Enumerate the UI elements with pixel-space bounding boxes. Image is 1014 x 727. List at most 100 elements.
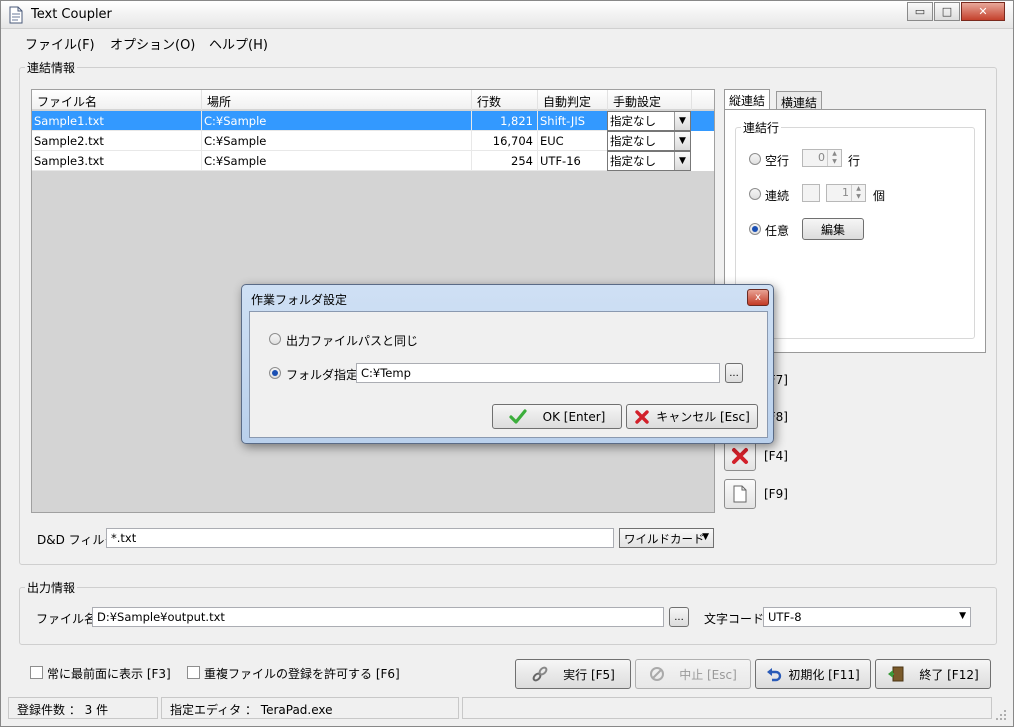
stop-sign-icon — [650, 667, 665, 681]
col-manual[interactable]: 手動設定 — [608, 90, 692, 110]
red-x-icon — [732, 448, 748, 464]
blank-line-spinner[interactable]: 0 ▲ ▼ — [802, 149, 842, 167]
dialog-body: 出力ファイルパスと同じ フォルダ指定 C:¥Temp ... OK [Enter… — [249, 311, 768, 438]
table-row[interactable]: Sample2.txt C:¥Sample 16,704 EUC 指定なし ▼ — [32, 131, 714, 151]
custom-label: 任意 — [765, 224, 790, 238]
cell-auto: EUC — [538, 131, 608, 151]
output-group-label: 出力情報 — [25, 579, 78, 596]
link-chain-icon — [532, 666, 548, 682]
window-title: Text Coupler — [31, 7, 112, 22]
document-icon — [733, 485, 747, 503]
resize-grip-icon[interactable] — [995, 709, 1007, 721]
filter-mode-value: ワイルドカード — [624, 532, 705, 546]
cell-location: C:¥Sample — [202, 131, 472, 151]
close-icon: ✕ — [978, 5, 988, 18]
stop-button[interactable]: 中止 [Esc] — [635, 659, 751, 689]
specify-folder-radio[interactable] — [269, 367, 281, 379]
topmost-checkbox[interactable] — [30, 666, 43, 679]
close-button[interactable]: ✕ — [961, 2, 1005, 21]
same-as-output-radio[interactable] — [269, 333, 281, 345]
continuous-value: 1 — [842, 186, 849, 199]
encoding-value: UTF-8 — [768, 610, 802, 624]
exit-label: 終了 [F12] — [919, 667, 979, 682]
cell-filename: Sample2.txt — [32, 131, 202, 151]
reset-button[interactable]: 初期化 [F11] — [755, 659, 871, 689]
new-document-button[interactable] — [724, 479, 756, 509]
table-row[interactable]: Sample3.txt C:¥Sample 254 UTF-16 指定なし ▼ — [32, 151, 714, 171]
cancel-button[interactable]: キャンセル [Esc] — [626, 404, 758, 429]
maximize-button[interactable]: □ — [934, 2, 960, 21]
same-as-output-label: 出力ファイルパスと同じ — [286, 334, 419, 348]
cell-lines: 16,704 — [472, 131, 538, 151]
col-auto[interactable]: 自動判定 — [538, 90, 608, 110]
col-location[interactable]: 場所 — [202, 90, 472, 110]
new-document-key: [F9] — [764, 487, 788, 501]
chevron-down-icon: ▼ — [702, 532, 709, 542]
manual-encoding-select[interactable]: 指定なし ▼ — [607, 111, 691, 131]
folder-path-input[interactable]: C:¥Temp — [356, 363, 720, 383]
app-document-icon — [9, 6, 23, 24]
cell-filename: Sample3.txt — [32, 151, 202, 171]
manual-encoding-select[interactable]: 指定なし ▼ — [607, 151, 691, 171]
cell-auto: Shift-JIS — [538, 111, 608, 131]
topmost-label: 常に最前面に表示 [F3] — [47, 667, 171, 681]
continuous-text-box[interactable] — [802, 184, 820, 202]
tab-vertical[interactable]: 縦連結 — [724, 89, 771, 111]
minimize-button[interactable]: ▭ — [907, 2, 933, 21]
output-file-input[interactable]: D:¥Sample¥output.txt — [92, 607, 664, 627]
continuous-spinner[interactable]: 1 ▲ ▼ — [826, 184, 866, 202]
edit-button[interactable]: 編集 — [802, 218, 864, 240]
menu-file[interactable]: ファイル(F) — [25, 34, 95, 53]
green-check-icon — [509, 408, 527, 424]
custom-radio[interactable] — [749, 223, 761, 235]
col-filename[interactable]: ファイル名 — [32, 90, 202, 110]
working-folder-dialog: 作業フォルダ設定 x 出力ファイルパスと同じ フォルダ指定 C:¥Temp ..… — [241, 284, 774, 444]
run-label: 実行 [F5] — [563, 667, 615, 682]
chevron-down-icon: ▼ — [959, 611, 966, 621]
manual-encoding-select[interactable]: 指定なし ▼ — [607, 131, 691, 151]
run-button[interactable]: 実行 [F5] — [515, 659, 631, 689]
cell-lines: 1,821 — [472, 111, 538, 131]
cell-lines: 254 — [472, 151, 538, 171]
continuous-radio[interactable] — [749, 188, 761, 200]
specify-folder-label: フォルダ指定 — [286, 368, 359, 382]
menu-help[interactable]: ヘルプ(H) — [209, 34, 268, 53]
manual-encoding-value: 指定なし — [610, 134, 656, 148]
file-list-header: ファイル名 場所 行数 自動判定 手動設定 — [32, 90, 714, 110]
ok-button[interactable]: OK [Enter] — [492, 404, 622, 429]
minimize-icon: ▭ — [914, 5, 926, 18]
encoding-select[interactable]: UTF-8 ▼ — [763, 607, 971, 627]
cell-location: C:¥Sample — [202, 111, 472, 131]
output-file-label: ファイル名 — [36, 612, 97, 626]
menu-bar: ファイル(F) オプション(O) ヘルプ(H) — [1, 31, 1013, 53]
line-group-label: 連結行 — [741, 119, 782, 136]
filter-input[interactable]: *.txt — [106, 528, 614, 548]
chevron-down-icon: ▼ — [674, 112, 690, 130]
manual-encoding-value: 指定なし — [610, 154, 656, 168]
allow-duplicate-label: 重複ファイルの登録を許可する [F6] — [204, 667, 400, 681]
exit-button[interactable]: 終了 [F12] — [875, 659, 991, 689]
menu-options[interactable]: オプション(O) — [110, 34, 195, 53]
allow-duplicate-checkbox[interactable] — [187, 666, 200, 679]
title-bar: Text Coupler ▭ □ ✕ — [1, 1, 1013, 29]
cell-auto: UTF-16 — [538, 151, 608, 171]
output-browse-button[interactable]: ... — [669, 607, 689, 627]
tab-horizontal[interactable]: 横連結 — [776, 91, 823, 111]
folder-browse-button[interactable]: ... — [725, 363, 743, 383]
col-lines[interactable]: 行数 — [472, 90, 538, 110]
manual-encoding-value: 指定なし — [610, 114, 656, 128]
blank-line-radio[interactable] — [749, 153, 761, 165]
status-editor: 指定エディタ ： TeraPad.exe — [161, 697, 459, 719]
table-row[interactable]: Sample1.txt C:¥Sample 1,821 Shift-JIS 指定… — [32, 111, 714, 131]
filter-mode-select[interactable]: ワイルドカード ▼ — [619, 528, 714, 548]
cancel-label: キャンセル [Esc] — [656, 410, 750, 424]
concat-group-label: 連結情報 — [25, 59, 78, 76]
dialog-close-button[interactable]: x — [747, 289, 769, 306]
blank-line-unit: 行 — [848, 154, 861, 168]
continuous-unit: 個 — [873, 189, 886, 203]
cell-location: C:¥Sample — [202, 151, 472, 171]
delete-button[interactable] — [724, 441, 756, 471]
red-x-icon — [635, 409, 649, 424]
status-count: 登録件数 ： 3 件 — [8, 697, 158, 719]
encoding-label: 文字コード — [704, 612, 765, 626]
